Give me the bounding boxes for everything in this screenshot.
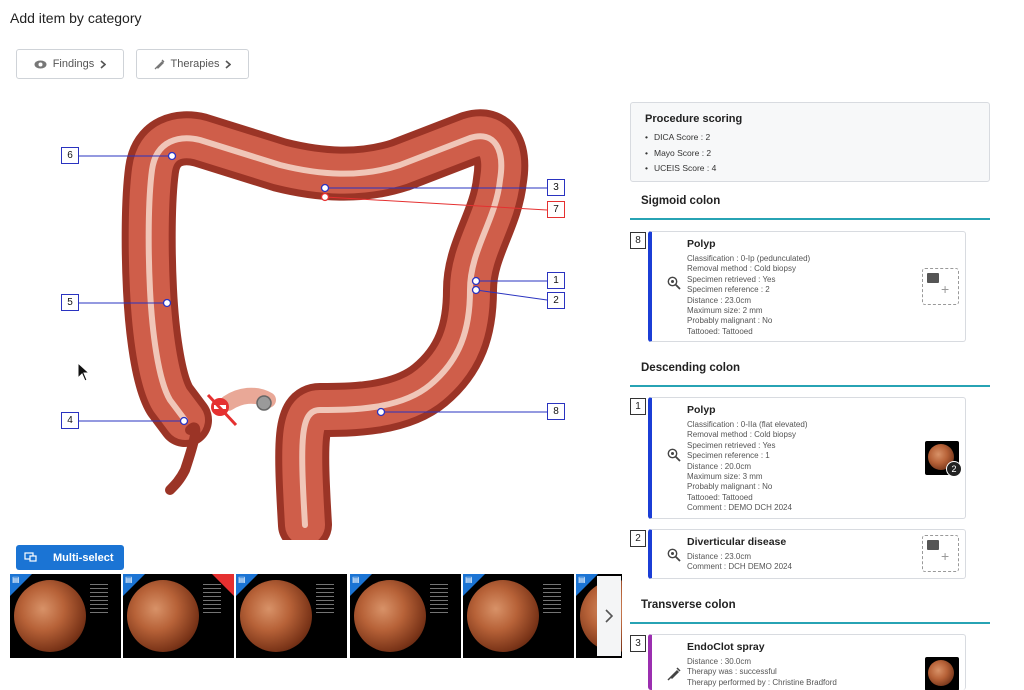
therapy-image-thumbnail[interactable]	[925, 657, 959, 690]
finding-detail: Classification : 0-Ip (pedunculated)	[687, 254, 811, 263]
therapy-detail: Therapy performed by : Christine Bradfor…	[687, 677, 837, 687]
finding-detail: Distance : 20.0cm	[687, 461, 752, 471]
therapies-button-label: Therapies	[170, 58, 220, 70]
image-icon	[927, 540, 939, 550]
magnifier-icon	[667, 448, 681, 462]
finding-detail: Specimen reference : 1	[687, 451, 770, 461]
finding-name: Diverticular disease	[687, 536, 787, 548]
finding-detail: Maximum size: 3 mm	[687, 472, 763, 482]
endoscopy-thumbnail[interactable]: ▤	[350, 574, 461, 658]
mouse-cursor-icon	[77, 362, 89, 382]
therapy-card-endoclot-spray[interactable]: EndoClot spray Distance : 30.0cm Therapy…	[648, 634, 966, 690]
finding-detail: Specimen retrieved : Yes	[687, 440, 776, 450]
finding-detail: Distance : 23.0cm	[687, 552, 752, 561]
item-number: 8	[630, 232, 646, 249]
section-title-sigmoid-colon: Sigmoid colon	[641, 195, 721, 207]
chevron-right-icon	[225, 59, 232, 69]
endoscopy-thumbnail[interactable]: ▤	[463, 574, 574, 658]
colon-anatomy-diagram[interactable]	[0, 95, 620, 540]
anatomy-marker-6[interactable]: 6	[61, 147, 79, 164]
finding-card-diverticular-disease[interactable]: Diverticular disease Distance : 23.0cm C…	[648, 529, 966, 579]
procedure-scoring-title: Procedure scoring	[645, 113, 743, 125]
endoscopy-thumbnail[interactable]: ▤	[123, 574, 234, 658]
score-item: Mayo Score : 2	[645, 146, 975, 162]
plus-icon: +	[941, 548, 950, 564]
score-item: DICA Score : 2	[645, 130, 975, 146]
finding-detail: Maximum size: 2 mm	[687, 306, 763, 316]
chevron-right-icon	[100, 59, 107, 69]
section-divider	[630, 218, 990, 220]
document-icon: ▤	[12, 575, 20, 584]
finding-card-polyp[interactable]: Polyp Classification : 0-IIa (flat eleva…	[648, 397, 966, 519]
magnifier-icon	[667, 276, 681, 290]
anatomy-marker-2[interactable]: 2	[547, 292, 565, 309]
finding-detail: Removal method : Cold biopsy	[687, 264, 796, 274]
thumbnails-next-button[interactable]	[597, 576, 621, 656]
item-number: 1	[630, 398, 646, 415]
finding-detail: Distance : 23.0cm	[687, 295, 752, 305]
finding-detail: Tattooed: Tattooed	[687, 492, 753, 502]
section-title-transverse-colon: Transverse colon	[641, 599, 736, 611]
finding-name: Polyp	[687, 404, 716, 416]
finding-detail: Tattooed: Tattooed	[687, 326, 753, 336]
add-image-button[interactable]: +	[922, 268, 959, 305]
multi-select-label: Multi-select	[53, 551, 114, 564]
page-title: Add item by category	[10, 10, 142, 26]
finding-name: Polyp	[687, 238, 716, 250]
syringe-icon	[154, 59, 164, 69]
multi-select-button[interactable]: Multi-select	[16, 545, 124, 570]
therapy-detail: Distance : 30.0cm	[687, 657, 752, 666]
anatomy-marker-5[interactable]: 5	[61, 294, 79, 311]
finding-detail: Specimen reference : 2	[687, 285, 770, 295]
therapy-detail: Therapy was : successful	[687, 667, 777, 677]
item-number: 2	[630, 530, 646, 547]
anatomy-marker-8[interactable]: 8	[547, 403, 565, 420]
findings-button[interactable]: Findings	[16, 49, 124, 79]
endoscopy-thumbnail[interactable]: ▤	[236, 574, 347, 658]
anatomy-marker-3[interactable]: 3	[547, 179, 565, 196]
flagged-icon	[212, 574, 234, 596]
magnifier-icon	[667, 548, 681, 562]
image-icon	[927, 273, 939, 283]
section-divider	[630, 385, 990, 387]
therapies-button[interactable]: Therapies	[136, 49, 249, 79]
document-icon: ▤	[238, 575, 246, 584]
document-icon: ▤	[578, 575, 586, 584]
finding-detail: Classification : 0-IIa (flat elevated)	[687, 420, 808, 429]
anatomy-marker-1[interactable]: 1	[547, 272, 565, 289]
procedure-scoring-card: Procedure scoring DICA Score : 2 Mayo Sc…	[630, 102, 990, 182]
plus-icon: +	[941, 281, 950, 297]
monitor-icon	[24, 552, 37, 562]
finding-detail: Comment : DEMO DCH 2024	[687, 503, 792, 513]
section-title-descending-colon: Descending colon	[641, 362, 741, 374]
document-icon: ▤	[352, 575, 360, 584]
finding-detail: Removal method : Cold biopsy	[687, 430, 796, 440]
finding-detail: Specimen retrieved : Yes	[687, 274, 776, 284]
finding-detail: Comment : DCH DEMO 2024	[687, 562, 792, 572]
endoscopy-thumbnail[interactable]: ▤	[10, 574, 121, 658]
findings-button-label: Findings	[52, 58, 95, 70]
image-thumbnail-strip: ▤ ▤ ▤ ▤ ▤ ▤	[10, 574, 622, 658]
finding-detail: Probably malignant : No	[687, 316, 773, 326]
score-item: UCEIS Score : 4	[645, 161, 975, 177]
anatomy-marker-4[interactable]: 4	[61, 412, 79, 429]
syringe-icon	[667, 667, 681, 681]
finding-card-polyp[interactable]: Polyp Classification : 0-Ip (pedunculate…	[648, 231, 966, 342]
eye-icon	[34, 60, 47, 68]
finding-detail: Probably malignant : No	[687, 482, 773, 492]
chevron-right-icon	[605, 609, 613, 623]
anatomy-marker-7[interactable]: 7	[547, 201, 565, 218]
item-number: 3	[630, 635, 646, 652]
therapy-name: EndoClot spray	[687, 641, 765, 653]
document-icon: ▤	[465, 575, 473, 584]
add-image-button[interactable]: +	[922, 535, 959, 572]
document-icon: ▤	[125, 575, 133, 584]
section-divider	[630, 622, 990, 624]
image-count-badge: 2	[946, 461, 962, 477]
